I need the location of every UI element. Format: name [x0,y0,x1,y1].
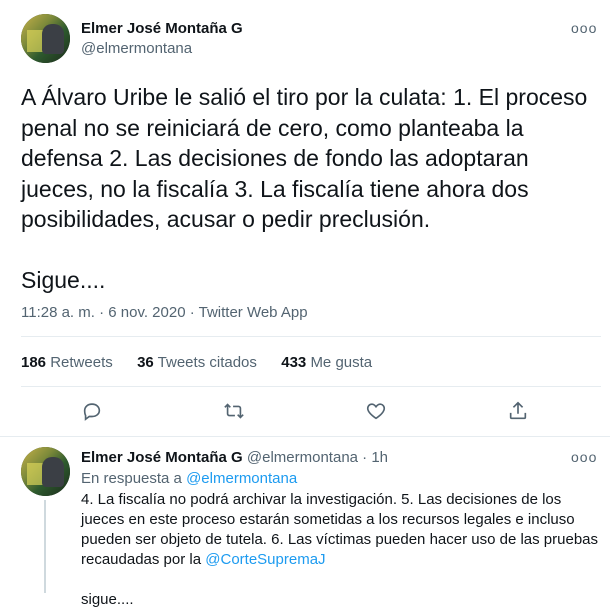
tweet-timestamp[interactable]: 11:28 a. m. · 6 nov. 2020 · Twitter Web … [21,304,308,321]
author-handle[interactable]: @elmermontana [81,40,192,57]
reply-text-line: pueden ser objeto de tutela. 6. Las víct… [81,531,599,548]
like-icon[interactable] [365,400,387,427]
divider [21,336,601,337]
in-reply-handle-link[interactable]: @elmermontana [186,470,297,487]
tweet-text-line: penal no se reiniciará de cero, como pla… [21,114,524,141]
divider [21,386,601,387]
likes-stat[interactable]: 433 Me gusta [281,354,372,371]
author-handle[interactable]: @elmermontana [247,449,358,466]
reply-icon[interactable] [81,400,103,427]
thread-line [44,500,46,593]
tweet-stats: 186 Retweets 36 Tweets citados 433 Me gu… [21,354,372,371]
reply-text-line: jueces en este proceso estarán sometidas… [81,511,575,528]
reply-header: Elmer José Montaña G @elmermontana · 1h [81,449,388,466]
tweet-text-tail: Sigue.... [21,266,106,293]
reply-text-line: 4. La fiscalía no podrá archivar la inve… [81,491,562,508]
author-name[interactable]: Elmer José Montaña G [81,20,243,37]
tweet-text: A Álvaro Uribe le salió el tiro por la c… [21,82,601,295]
tweet-text-line: A Álvaro Uribe le salió el tiro por la c… [21,84,588,110]
tweet-text-line: defensa 2. Las decisiones de fondo las a… [21,145,529,171]
more-options-icon[interactable]: ooo [571,449,597,465]
avatar[interactable] [21,447,70,496]
reply-text-line: recaudadas por la @CorteSupremaJ [81,551,326,568]
in-reply-label: En respuesta a [81,470,182,487]
author-name[interactable]: Elmer José Montaña G [81,449,243,466]
tweet-text-line: posibilidades, acusar o pedir preclusión… [21,206,431,232]
mention-link[interactable]: @CorteSupremaJ [205,551,325,568]
reply-text-line: sigue.... [81,591,134,608]
separator: · [362,449,368,466]
reply-text: 4. La fiscalía no podrá archivar la inve… [81,490,606,610]
share-icon[interactable] [507,400,529,427]
reply-time[interactable]: 1h [371,449,388,466]
retweet-icon[interactable] [223,400,245,427]
retweets-stat[interactable]: 186 Retweets [21,354,113,371]
tweet-text-line: jueces, no la fiscalía 3. La fiscalía ti… [21,175,529,202]
divider [0,436,610,437]
more-options-icon[interactable]: ooo [571,20,597,36]
quote-tweets-stat[interactable]: 36 Tweets citados [137,354,257,371]
in-reply-to: En respuesta a @elmermontana [81,470,297,487]
avatar[interactable] [21,14,70,63]
